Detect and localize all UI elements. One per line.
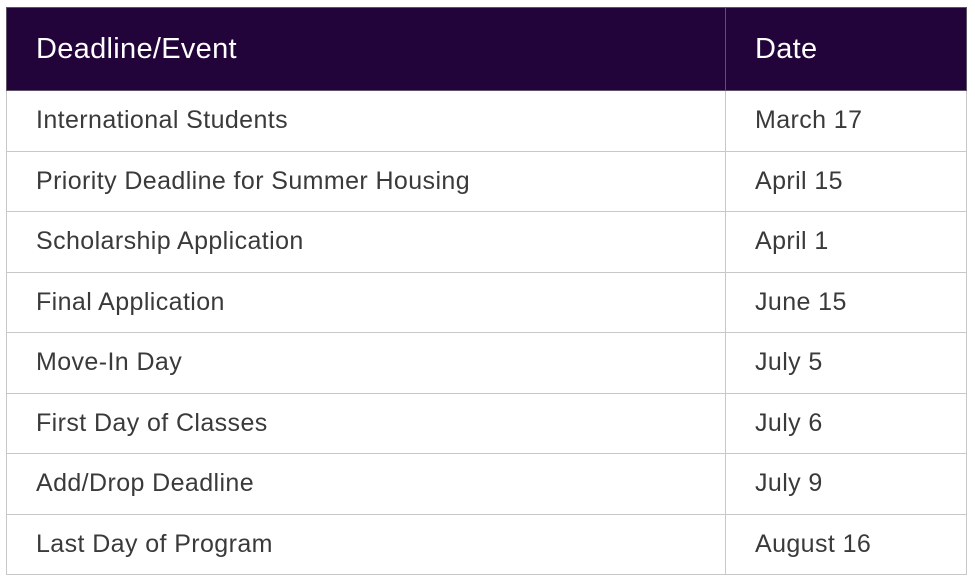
event-cell: Priority Deadline for Summer Housing: [6, 150, 726, 212]
event-cell: First Day of Classes: [6, 392, 726, 454]
table-row: Add/Drop Deadline July 9: [6, 453, 967, 515]
table-row: First Day of Classes July 6: [6, 392, 967, 454]
date-cell: April 15: [725, 150, 967, 212]
table-body: International Students March 17 Priority…: [6, 90, 967, 575]
event-cell: Last Day of Program: [6, 513, 726, 575]
table-row: Scholarship Application April 1: [6, 211, 967, 273]
table-row: International Students March 17: [6, 90, 967, 152]
event-cell: Move-In Day: [6, 332, 726, 394]
table-row: Priority Deadline for Summer Housing Apr…: [6, 150, 967, 212]
event-cell: Final Application: [6, 271, 726, 333]
header-row: Deadline/Event Date: [6, 7, 967, 91]
date-cell: July 5: [725, 332, 967, 394]
table-row: Move-In Day July 5: [6, 332, 967, 394]
event-cell: Add/Drop Deadline: [6, 453, 726, 515]
column-header-date: Date: [725, 7, 967, 91]
date-cell: June 15: [725, 271, 967, 333]
table-row: Last Day of Program August 16: [6, 513, 967, 575]
date-cell: August 16: [725, 513, 967, 575]
date-cell: April 1: [725, 211, 967, 273]
date-cell: July 6: [725, 392, 967, 454]
deadlines-table: Deadline/Event Date International Studen…: [6, 7, 967, 575]
column-header-event: Deadline/Event: [6, 7, 726, 91]
date-cell: March 17: [725, 90, 967, 152]
table-row: Final Application June 15: [6, 271, 967, 333]
event-cell: International Students: [6, 90, 726, 152]
date-cell: July 9: [725, 453, 967, 515]
table-header: Deadline/Event Date: [6, 7, 967, 91]
event-cell: Scholarship Application: [6, 211, 726, 273]
